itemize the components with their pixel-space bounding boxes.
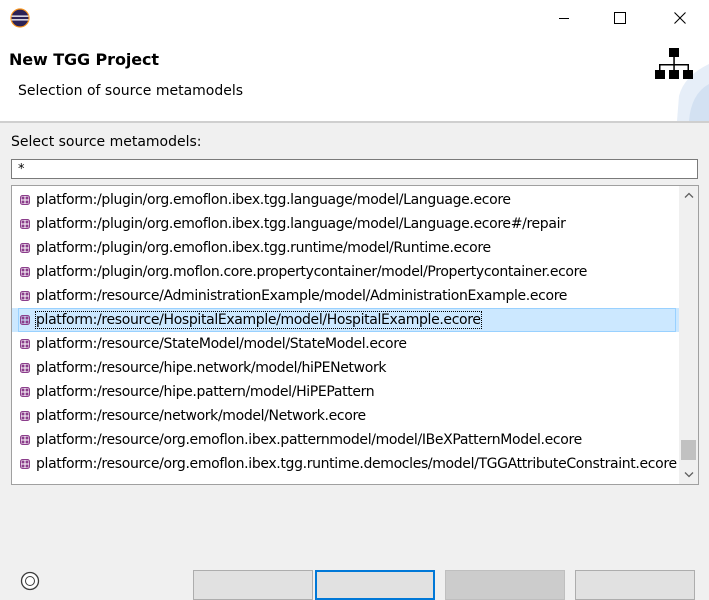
package-icon [20, 459, 30, 469]
close-button[interactable] [657, 0, 703, 36]
header-separator [0, 121, 709, 123]
wizard-description: Selection of source metamodels [18, 83, 244, 99]
scroll-up-button[interactable] [679, 186, 698, 204]
package-icon [20, 387, 30, 397]
source-metamodels-label: Select source metamodels: [11, 134, 202, 150]
cancel-button[interactable] [575, 570, 695, 600]
wizard-title: New TGG Project [9, 50, 159, 69]
list-item[interactable]: platform:/resource/StateModel/model/Stat… [12, 332, 680, 356]
list-item[interactable]: platform:/plugin/org.emoflon.ibex.tgg.la… [12, 212, 680, 236]
list-item-label: platform:/plugin/org.emoflon.ibex.tgg.la… [36, 216, 566, 232]
list-item-label: platform:/resource/network/model/Network… [36, 408, 366, 424]
eclipse-icon [10, 8, 30, 28]
chevron-up-icon [684, 192, 693, 198]
minimize-button[interactable] [541, 0, 587, 36]
close-icon [674, 12, 686, 24]
list-item-label: platform:/plugin/org.moflon.core.propert… [36, 264, 588, 280]
list-item-label: platform:/resource/HospitalExample/model… [35, 311, 482, 329]
next-button[interactable] [315, 570, 435, 600]
title-bar [0, 0, 709, 36]
list-item[interactable]: platform:/resource/HospitalExample/model… [12, 308, 680, 332]
list-item[interactable]: platform:/resource/org.emoflon.ibex.tgg.… [12, 452, 680, 476]
chevron-down-icon [684, 472, 693, 478]
list-item-label: platform:/resource/hipe.network/model/hi… [36, 360, 387, 376]
list-item[interactable]: platform:/resource/org.emoflon.ibex.patt… [12, 428, 680, 452]
package-icon [20, 291, 30, 301]
list-item-label: platform:/resource/org.emoflon.ibex.tgg.… [36, 456, 677, 472]
back-button[interactable] [193, 570, 313, 600]
list-item[interactable]: platform:/resource/hipe.network/model/hi… [12, 356, 680, 380]
package-icon [20, 243, 30, 253]
list-item-label: platform:/resource/StateModel/model/Stat… [36, 336, 407, 352]
finish-button[interactable] [445, 570, 565, 600]
list-item[interactable]: platform:/resource/AdministrationExample… [12, 284, 680, 308]
package-icon [20, 267, 30, 277]
vertical-scrollbar[interactable] [679, 186, 698, 484]
maximize-button[interactable] [597, 0, 643, 36]
list-item-label: platform:/plugin/org.emoflon.ibex.tgg.ru… [36, 240, 491, 256]
filter-input[interactable] [11, 159, 698, 179]
maximize-icon [614, 12, 626, 24]
wizard-header: New TGG Project Selection of source meta… [0, 36, 709, 121]
package-icon [20, 219, 30, 229]
package-icon [20, 411, 30, 421]
package-icon [20, 435, 30, 445]
metamodel-list-items: platform:/plugin/org.emoflon.ibex.tgg.la… [12, 188, 680, 476]
metamodel-list[interactable]: platform:/plugin/org.emoflon.ibex.tgg.la… [11, 185, 699, 485]
scrollbar-thumb[interactable] [681, 440, 696, 460]
package-icon [20, 195, 30, 205]
list-item[interactable]: platform:/plugin/org.emoflon.ibex.tgg.ru… [12, 236, 680, 260]
list-item-label: platform:/resource/org.emoflon.ibex.patt… [36, 432, 582, 448]
list-item[interactable]: platform:/plugin/org.moflon.core.propert… [12, 260, 680, 284]
package-icon [20, 339, 30, 349]
list-item[interactable]: platform:/plugin/org.emoflon.ibex.tgg.la… [12, 188, 680, 212]
list-item-label: platform:/plugin/org.emoflon.ibex.tgg.la… [36, 192, 511, 208]
hierarchy-icon [655, 48, 709, 121]
list-item[interactable]: platform:/resource/hipe.pattern/model/Hi… [12, 380, 680, 404]
list-item-label: platform:/resource/AdministrationExample… [36, 288, 568, 304]
scroll-down-button[interactable] [679, 466, 698, 484]
list-item-label: platform:/resource/hipe.pattern/model/Hi… [36, 384, 375, 400]
list-item[interactable]: platform:/resource/network/model/Network… [12, 404, 680, 428]
help-icon[interactable] [20, 571, 40, 591]
package-icon [20, 363, 30, 373]
minimize-icon [559, 18, 569, 19]
